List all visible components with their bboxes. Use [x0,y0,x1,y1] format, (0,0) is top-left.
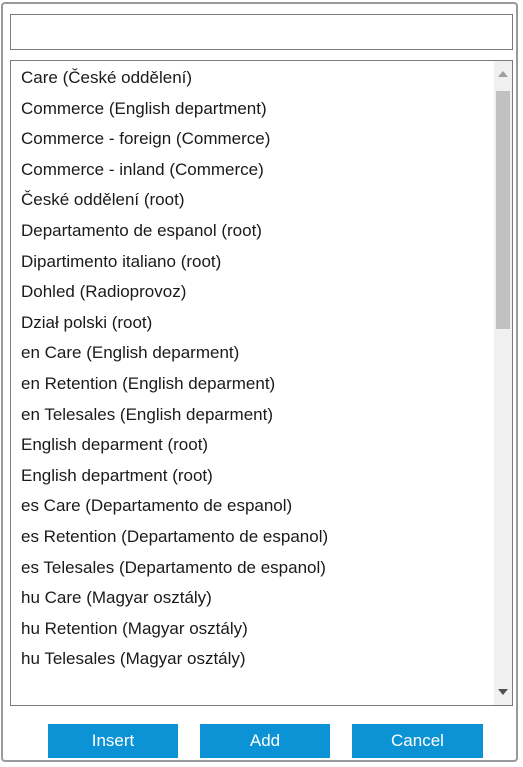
vertical-scrollbar[interactable] [494,61,512,705]
list-item[interactable]: English deparment (root) [11,430,494,461]
cancel-button[interactable]: Cancel [352,724,483,758]
list-item[interactable]: es Retention (Departamento de espanol) [11,522,494,553]
list-item[interactable]: hu Care (Magyar osztály) [11,583,494,614]
scrollbar-thumb[interactable] [496,91,510,329]
list-item[interactable]: Commerce - inland (Commerce) [11,155,494,186]
list-item[interactable]: Commerce - foreign (Commerce) [11,124,494,155]
list-item[interactable]: English department (root) [11,461,494,492]
list-item[interactable]: Care (České oddělení) [11,63,494,94]
list-item[interactable]: es Telesales (Departamento de espanol) [11,553,494,584]
scroll-down-icon[interactable] [494,683,512,701]
department-listbox[interactable]: Care (České oddělení) Commerce (English d… [10,60,513,706]
department-picker-dialog: Care (České oddělení) Commerce (English d… [1,2,518,762]
list-item[interactable]: Commerce (English department) [11,94,494,125]
add-button[interactable]: Add [200,724,330,758]
list-item[interactable]: Departamento de espanol (root) [11,216,494,247]
list-item[interactable]: hu Telesales (Magyar osztály) [11,644,494,675]
insert-button[interactable]: Insert [48,724,178,758]
scroll-up-icon[interactable] [494,65,512,83]
list-item[interactable]: Dohled (Radioprovoz) [11,277,494,308]
department-list: Care (České oddělení) Commerce (English d… [11,63,494,675]
list-item[interactable]: hu Retention (Magyar osztály) [11,614,494,645]
list-item[interactable]: en Care (English deparment) [11,338,494,369]
list-item[interactable]: České oddělení (root) [11,185,494,216]
search-input[interactable] [10,14,513,50]
list-item[interactable]: Dipartimento italiano (root) [11,247,494,278]
list-item[interactable]: es Care (Departamento de espanol) [11,491,494,522]
list-item[interactable]: en Telesales (English deparment) [11,400,494,431]
list-item[interactable]: en Retention (English deparment) [11,369,494,400]
list-item[interactable]: Dział polski (root) [11,308,494,339]
